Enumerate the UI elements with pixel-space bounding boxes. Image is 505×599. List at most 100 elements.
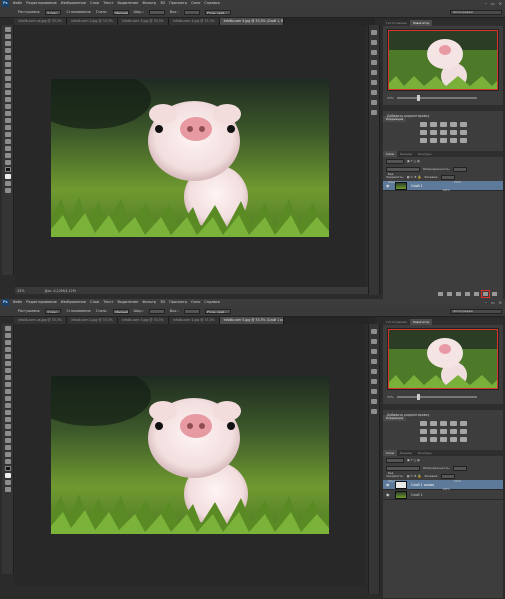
new-layer-icon[interactable] [481,289,490,298]
feather-input[interactable]: 0 пикс. [45,308,62,314]
dodge-tool-icon[interactable] [4,417,11,422]
actions-icon[interactable] [371,339,377,344]
eraser-tool-icon[interactable] [4,396,11,401]
gradient-tool-icon[interactable] [4,403,11,408]
color-balance-icon[interactable] [429,130,437,135]
shape-tool-icon[interactable] [4,146,11,151]
antialias-checkbox[interactable]: Сглаживание [66,309,90,313]
visibility-eye-icon[interactable]: ◉ [386,492,391,497]
layer-kind-select[interactable]: Вид [386,158,404,176]
width-input[interactable] [148,9,165,15]
hue-saturation-icon[interactable] [419,429,427,434]
marquee-tool-icon[interactable] [4,34,11,39]
menu-view[interactable]: Просмотр [169,299,187,306]
move-tool-icon[interactable] [4,27,11,32]
paragraph-icon[interactable] [371,70,377,75]
style-select[interactable]: Обычный [112,9,129,15]
menu-edit[interactable]: Редактирование [26,299,57,306]
curves-icon[interactable] [439,122,447,127]
tab-histogram[interactable]: Гистограмма [383,20,410,26]
info-icon[interactable] [371,379,377,384]
layer-row[interactable]: ◉ Слой 1 [383,490,503,500]
brightness-icon[interactable] [419,122,427,127]
invert-icon[interactable] [419,138,427,143]
menu-filter[interactable]: Фильтр [142,299,156,306]
eyedropper-tool-icon[interactable] [4,62,11,67]
quick-mask-icon[interactable] [4,480,11,485]
layer-mask-icon[interactable] [456,291,461,296]
menu-file[interactable]: Файл [13,299,23,306]
quick-select-tool-icon[interactable] [4,48,11,53]
blur-tool-icon[interactable] [4,410,11,415]
actions-icon[interactable] [371,40,377,45]
menu-select[interactable]: Выделение [117,299,138,306]
threshold-icon[interactable] [439,138,447,143]
document-tab[interactable]: infolib.com 2.jpg @ 33,3% [66,317,118,324]
opacity-input[interactable]: 100% [452,166,467,184]
history-icon[interactable] [371,329,377,334]
selective-color-icon[interactable] [459,138,467,143]
color-balance-icon[interactable] [429,429,437,434]
tab-paths[interactable]: Контуры [415,450,435,456]
hand-tool-icon[interactable] [4,452,11,457]
vibrance-icon[interactable] [459,421,467,426]
healing-tool-icon[interactable] [4,69,11,74]
tab-channels[interactable]: Каналы [397,450,415,456]
style-select[interactable]: Обычный [112,308,129,314]
filter-icons[interactable]: ▣ T ◻ ▤ [407,159,420,163]
visibility-eye-icon[interactable]: ◉ [386,482,391,487]
visibility-eye-icon[interactable]: ◉ [386,183,391,188]
document-tab[interactable]: infolib.com 3.jpg @ 33,3% [117,317,169,324]
menu-help[interactable]: Справка [204,299,219,306]
zoom-slider-knob[interactable] [416,94,420,101]
menu-window[interactable]: Окно [191,299,200,306]
navigator-zoom-value[interactable]: 33% [387,395,394,399]
refine-edge-button[interactable]: Уточн. край... [204,9,231,15]
exposure-icon[interactable] [449,122,457,127]
fill-input[interactable]: 100% [441,174,456,192]
tab-layers[interactable]: Слои [383,450,397,456]
lock-icons[interactable]: ▦ ✎ ✥ 🔒 [407,474,421,478]
paragraph-icon[interactable] [371,369,377,374]
layer-style-icon[interactable] [447,291,452,296]
screen-mode-icon[interactable] [4,188,11,193]
zoom-tool-icon[interactable] [4,459,11,464]
adjustment-layer-icon[interactable] [465,291,470,296]
navigator-zoom-slider[interactable] [396,393,477,400]
hand-tool-icon[interactable] [4,153,11,158]
brush-preset-icon[interactable] [371,349,377,354]
levels-icon[interactable] [429,122,437,127]
close-icon[interactable]: ✕ [499,299,502,306]
canvas-area[interactable] [15,25,365,287]
brush-preset-icon[interactable] [371,50,377,55]
menu-image[interactable]: Изображение [61,0,86,7]
styles-icon[interactable] [371,100,377,105]
lock-icons[interactable]: ▦ ✎ ✥ 🔒 [407,175,421,179]
navigator-zoom-slider[interactable] [396,94,477,101]
tab-channels[interactable]: Каналы [397,151,415,157]
character-icon[interactable] [371,60,377,65]
levels-icon[interactable] [429,421,437,426]
menu-text[interactable]: Текст [103,0,113,7]
vibrance-icon[interactable] [459,122,467,127]
properties-icon[interactable] [371,110,377,115]
path-select-tool-icon[interactable] [4,139,11,144]
gradient-map-icon[interactable] [449,138,457,143]
menu-layers[interactable]: Слои [90,299,99,306]
tab-histogram[interactable]: Гистограмма [383,319,410,325]
photo-filter-icon[interactable] [449,130,457,135]
stamp-tool-icon[interactable] [4,382,11,387]
delete-layer-icon[interactable] [492,291,497,296]
menu-3d[interactable]: 3D [160,0,165,7]
document-tab[interactable]: infolib.com 4.jpg @ 33,3% [168,18,220,25]
menu-window[interactable]: Окно [191,0,200,7]
lasso-tool-icon[interactable] [4,340,11,345]
background-color-icon[interactable] [4,174,11,179]
document-tab[interactable]: infolib.com 4.jpg @ 33,3% [168,317,220,324]
selective-color-icon[interactable] [459,437,467,442]
navigator-view-frame[interactable] [388,30,498,90]
gradient-map-icon[interactable] [449,437,457,442]
photo-filter-icon[interactable] [449,429,457,434]
history-brush-tool-icon[interactable] [4,90,11,95]
info-icon[interactable] [371,80,377,85]
